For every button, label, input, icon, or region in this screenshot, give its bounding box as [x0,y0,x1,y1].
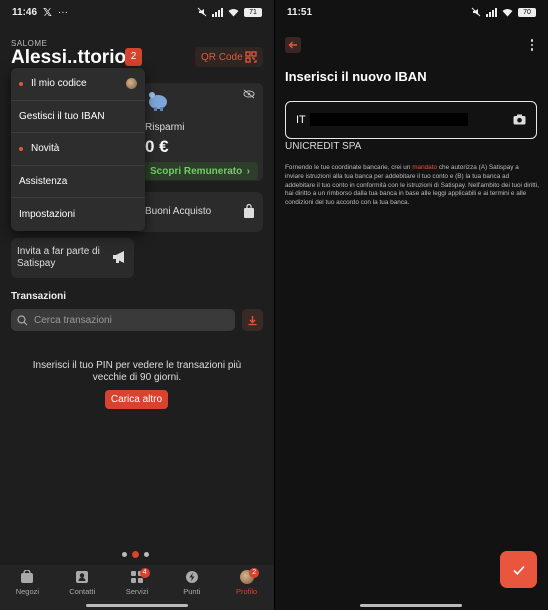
profile-screen: 11:46 𝕏 ··· 71 SALOME Alessi..ttorio 2 Q… [0,0,274,610]
signal-icon [486,7,497,17]
qr-code-icon [245,51,257,63]
hide-balance-icon[interactable] [243,89,255,99]
download-icon [248,315,257,325]
status-bar: 11:46 𝕏 ··· 71 [0,0,274,24]
wifi-icon [502,8,513,16]
home-indicator [86,604,188,607]
back-button[interactable] [285,37,301,53]
search-icon [17,314,28,325]
load-more-button[interactable]: Carica altro [105,390,168,409]
chevron-right-icon: › [246,165,250,177]
megaphone-icon [113,251,124,263]
nav-item-shops[interactable]: Negozi [0,565,55,610]
savings-label: Risparmi [145,122,185,133]
savings-value: 0 € [145,137,169,156]
wifi-icon [228,8,239,16]
unread-dot [19,81,23,86]
more-notifications-icon: ··· [57,6,68,18]
notification-badge[interactable]: 2 [125,48,142,66]
user-name[interactable]: Alessi..ttorio [11,47,126,69]
search-input[interactable] [34,314,224,326]
x-app-icon: 𝕏 [43,6,52,19]
mandate-disclaimer: Fornendo le tue coordinate bancarie, cre… [285,164,539,208]
vouchers-card[interactable]: Buoni Acquisto [135,192,263,232]
menu-item-manage-iban[interactable]: Gestisci il tuo IBAN [11,101,145,134]
mute-icon [471,7,481,17]
nav-item-label: Servizi [125,587,149,596]
vouchers-label: Buoni Acquisto [145,206,212,217]
nav-item-label: Negozi [15,587,40,596]
menu-item-support[interactable]: Assistenza [11,166,145,199]
contacts-icon [76,571,89,583]
discover-remunerato-label: Scopri Remunerato [150,165,243,177]
redacted-iban [310,113,468,126]
avatar [126,78,137,89]
menu-item-label: Assistenza [19,176,68,188]
page-title: Inserisci il nuovo IBAN [285,69,427,84]
pin-message: Inserisci il tuo PIN per vedere le trans… [32,360,242,383]
menu-item-label: Novità [31,143,60,155]
services-badge: 4 [139,568,150,578]
mandate-link[interactable]: mandato [412,164,437,171]
savings-card[interactable]: Risparmi 0 € Scopri Remunerato › [135,83,263,181]
profile-badge: 2 [249,568,260,578]
profile-menu: Il mio codice Gestisci il tuo IBAN Novit… [11,68,145,231]
transaction-search[interactable] [11,309,235,331]
iban-input[interactable]: IT [285,101,537,139]
page-indicator [122,551,149,558]
menu-item-my-code[interactable]: Il mio codice [11,68,145,101]
iban-screen: 11:51 70 Inserisci il nuovo IBAN IT UNIC… [275,0,548,610]
iban-value: IT [296,114,306,126]
status-time: 11:51 [287,6,313,18]
bank-name: UNICREDIT SPA [285,141,362,152]
piggy-bank-icon [149,92,167,111]
download-button[interactable] [242,309,263,331]
confirm-button[interactable] [500,551,537,588]
menu-item-label: Impostazioni [19,209,76,221]
signal-icon [212,7,223,17]
arrow-left-icon [288,41,297,49]
disclaimer-text-start: Fornendo le tue coordinate bancarie, cre… [285,164,413,171]
nav-item-label: Punti [183,587,201,596]
battery-icon: 71 [244,7,262,17]
menu-item-label: Il mio codice [31,78,87,90]
home-indicator [360,604,462,607]
nav-item-profile[interactable]: 2 Profilo [219,565,274,610]
qr-code-button[interactable]: QR Code [195,47,263,67]
mute-icon [197,7,207,17]
check-icon [512,565,525,575]
shop-icon [21,570,34,583]
qr-code-label: QR Code [201,51,243,63]
shopping-bag-icon [244,204,254,218]
more-options-button[interactable] [528,38,536,52]
bolt-icon [185,571,198,583]
status-time: 11:46 [12,6,38,18]
menu-item-label: Gestisci il tuo IBAN [19,110,105,122]
battery-icon: 70 [518,7,536,17]
invite-label: Invita a far parte di Satispay [17,246,100,269]
transactions-title: Transazioni [11,291,67,302]
unread-dot [19,146,23,151]
menu-item-settings[interactable]: Impostazioni [11,198,145,231]
discover-remunerato-button[interactable]: Scopri Remunerato › [143,162,258,180]
nav-item-label: Profilo [235,587,258,596]
status-bar: 11:51 70 [275,0,548,24]
nav-item-label: Contatti [69,587,96,596]
invite-card[interactable]: Invita a far parte di Satispay [11,238,134,278]
menu-item-news[interactable]: Novità [11,133,145,166]
camera-icon[interactable] [513,114,526,125]
